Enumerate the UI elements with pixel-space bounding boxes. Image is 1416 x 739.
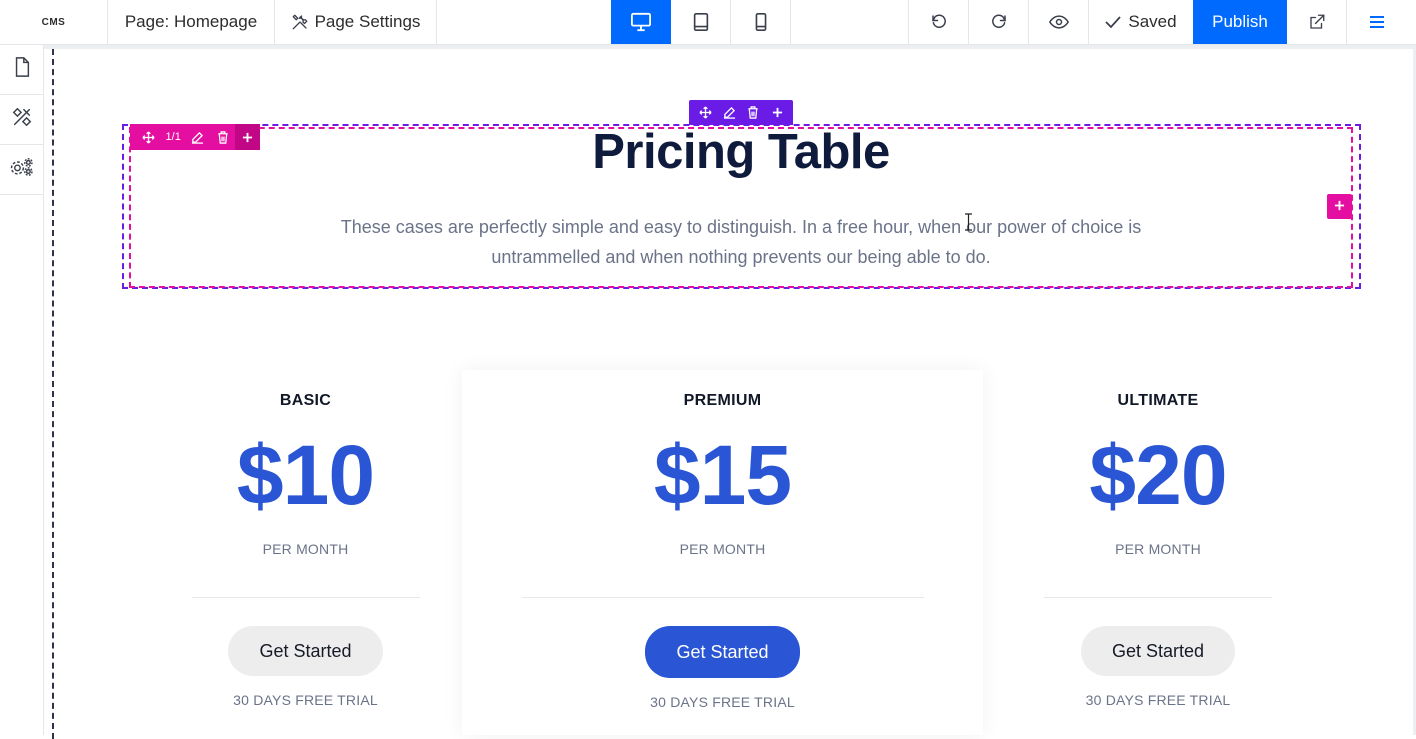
- section-subtitle[interactable]: These cases are perfectly simple and eas…: [330, 212, 1152, 272]
- get-started-button[interactable]: Get Started: [645, 626, 800, 678]
- open-live-button[interactable]: [1287, 0, 1347, 44]
- save-status: Saved: [1089, 0, 1193, 44]
- desktop-view-button[interactable]: [611, 0, 671, 44]
- pricing-card-featured[interactable]: PREMIUM $15 PER MONTH Get Started 30 DAY…: [462, 370, 983, 735]
- logo-text: CMS: [41, 16, 66, 28]
- edit-icon[interactable]: [718, 102, 740, 124]
- trial-note: 30 DAYS FREE TRIAL: [233, 692, 378, 708]
- plan-period: PER MONTH: [262, 541, 349, 557]
- card-divider: [1044, 597, 1272, 598]
- trial-note: 30 DAYS FREE TRIAL: [1085, 692, 1231, 708]
- page-name-label: Page: Homepage: [124, 12, 258, 31]
- plus-icon[interactable]: [235, 124, 260, 150]
- undo-icon: [930, 13, 948, 31]
- document-icon: [13, 57, 31, 82]
- saved-label: Saved: [1128, 12, 1177, 31]
- trash-icon[interactable]: [210, 124, 235, 150]
- move-icon[interactable]: [694, 102, 716, 124]
- pricing-card[interactable]: ULTIMATE $20 PER MONTH Get Started 30 DA…: [984, 370, 1332, 735]
- page-settings-button[interactable]: Page Settings: [275, 0, 437, 44]
- redo-icon: [990, 13, 1008, 31]
- plan-period: PER MONTH: [679, 541, 766, 557]
- checkmark-icon: [1105, 15, 1122, 29]
- pricing-card[interactable]: BASIC $10 PER MONTH Get Started 30 DAYS …: [150, 370, 461, 735]
- sidebar-item-design[interactable]: [0, 95, 44, 145]
- subtitle-line: These cases are perfectly simple and eas…: [340, 217, 1142, 237]
- section-toolbar: [689, 100, 793, 125]
- mobile-icon: [754, 12, 768, 32]
- publish-button[interactable]: Publish: [1193, 0, 1287, 44]
- move-icon[interactable]: [136, 124, 161, 150]
- sidebar-item-pages[interactable]: [0, 45, 44, 95]
- get-started-button[interactable]: Get Started: [228, 626, 383, 676]
- plan-period: PER MONTH: [1115, 541, 1201, 557]
- card-divider: [521, 597, 924, 598]
- external-link-icon: [1308, 13, 1326, 31]
- card-divider: [191, 597, 420, 598]
- publish-label: Publish: [1212, 12, 1268, 31]
- plan-price: $20: [1089, 428, 1227, 522]
- canvas-top-edge: [44, 45, 1416, 49]
- canvas-left-guide: [52, 49, 54, 739]
- mobile-view-button[interactable]: [731, 0, 791, 44]
- plus-icon: [1334, 198, 1345, 216]
- left-sidebar: [0, 45, 44, 735]
- row-toolbar: 1/1: [130, 124, 260, 150]
- plan-price: $10: [236, 428, 375, 522]
- text-cursor-icon: [964, 213, 973, 231]
- page-settings-label: Page Settings: [314, 12, 421, 31]
- design-tools-icon: [11, 106, 33, 133]
- trial-note: 30 DAYS FREE TRIAL: [650, 694, 795, 710]
- undo-button[interactable]: [909, 0, 969, 44]
- plan-name: BASIC: [279, 392, 332, 409]
- toolbar-spacer: [791, 0, 909, 44]
- tools-icon: [291, 13, 309, 31]
- plus-icon[interactable]: [766, 102, 788, 124]
- sidebar-item-settings[interactable]: [0, 145, 44, 195]
- eye-icon: [1048, 14, 1069, 30]
- add-column-button[interactable]: [1327, 194, 1352, 219]
- menu-button[interactable]: [1347, 0, 1407, 44]
- desktop-icon: [630, 12, 652, 32]
- get-started-button[interactable]: Get Started: [1080, 626, 1236, 676]
- gears-icon: [10, 157, 34, 182]
- hamburger-icon: [1369, 15, 1385, 29]
- page-title[interactable]: Pricing Table: [440, 124, 1042, 180]
- top-toolbar: CMS Page: Homepage Page Settings Saved P…: [0, 0, 1416, 45]
- plan-name: ULTIMATE: [1117, 392, 1199, 409]
- column-count[interactable]: 1/1: [161, 124, 186, 150]
- preview-button[interactable]: [1029, 0, 1089, 44]
- plan-name: PREMIUM: [683, 392, 762, 409]
- tablet-icon: [692, 12, 710, 32]
- app-logo[interactable]: CMS: [0, 0, 108, 44]
- edit-icon[interactable]: [186, 124, 211, 150]
- redo-button[interactable]: [969, 0, 1029, 44]
- page-selector[interactable]: Page: Homepage: [108, 0, 275, 44]
- subtitle-line: untrammelled and when nothing prevents o…: [491, 247, 991, 267]
- tablet-view-button[interactable]: [671, 0, 731, 44]
- trash-icon[interactable]: [742, 102, 764, 124]
- plan-price: $15: [653, 428, 792, 522]
